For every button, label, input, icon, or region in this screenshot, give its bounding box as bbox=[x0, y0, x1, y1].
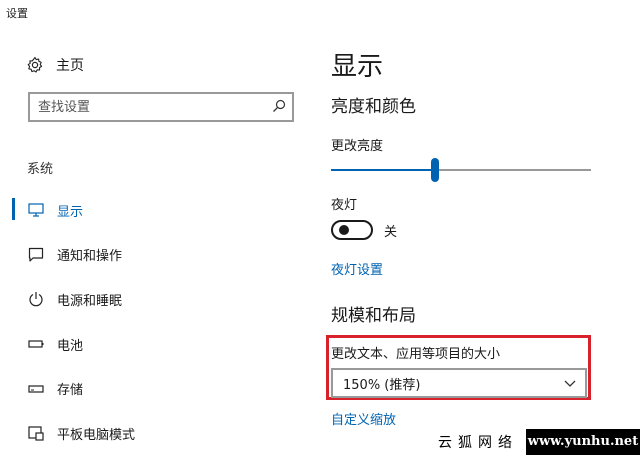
night-light-label: 夜灯 bbox=[331, 198, 358, 213]
slider-thumb[interactable] bbox=[431, 158, 439, 182]
night-light-toggle[interactable] bbox=[331, 220, 373, 240]
sidebar-item-label: 电池 bbox=[57, 338, 84, 354]
sidebar-item-battery[interactable]: 电池 bbox=[0, 322, 300, 367]
sidebar-item-notifications[interactable]: 通知和操作 bbox=[0, 233, 300, 278]
watermark-url: www.yunhu.net bbox=[526, 429, 640, 455]
sidebar-item-label: 平板电脑模式 bbox=[57, 427, 136, 443]
monitor-icon bbox=[27, 201, 45, 219]
sidebar-item-tablet-mode[interactable]: 平板电脑模式 bbox=[0, 411, 300, 456]
watermark: 云狐网络 www.yunhu.net bbox=[432, 429, 640, 455]
watermark-cn: 云狐网络 bbox=[432, 429, 526, 455]
home-label: 主页 bbox=[56, 58, 84, 74]
search-input[interactable] bbox=[30, 94, 260, 120]
slider-fill bbox=[331, 169, 435, 171]
window-title: 设置 bbox=[6, 7, 28, 20]
search-box[interactable] bbox=[28, 92, 294, 122]
power-icon bbox=[27, 290, 45, 308]
battery-icon bbox=[27, 335, 45, 353]
chevron-down-icon bbox=[564, 380, 576, 387]
sidebar-item-display[interactable]: 显示 bbox=[0, 188, 300, 233]
notification-icon bbox=[27, 246, 45, 264]
brightness-label: 更改亮度 bbox=[331, 139, 384, 154]
night-light-state: 关 bbox=[384, 225, 398, 240]
tablet-mode-icon bbox=[27, 424, 45, 442]
scale-layout-heading: 规模和布局 bbox=[331, 306, 416, 326]
sidebar-home[interactable]: 主页 bbox=[26, 54, 84, 76]
scale-label: 更改文本、应用等项目的大小 bbox=[331, 347, 501, 362]
brightness-color-heading: 亮度和颜色 bbox=[331, 97, 416, 117]
scale-value: 150% (推荐) bbox=[343, 377, 421, 393]
sidebar-item-label: 电源和睡眠 bbox=[57, 293, 123, 309]
page-title: 显示 bbox=[331, 52, 384, 82]
search-icon[interactable] bbox=[272, 99, 286, 113]
toggle-knob bbox=[339, 225, 349, 235]
sidebar-nav: 显示 通知和操作 电源和睡眠 电池 存储 平板电脑模式 bbox=[0, 188, 300, 456]
section-label-system: 系统 bbox=[27, 162, 54, 177]
gear-icon bbox=[27, 56, 43, 73]
sidebar-item-label: 通知和操作 bbox=[57, 249, 123, 265]
sidebar-item-label: 存储 bbox=[57, 383, 84, 399]
sidebar-item-power-sleep[interactable]: 电源和睡眠 bbox=[0, 277, 300, 322]
night-light-settings-link[interactable]: 夜灯设置 bbox=[331, 259, 383, 278]
sidebar-item-label: 显示 bbox=[57, 204, 84, 220]
sidebar-item-storage[interactable]: 存储 bbox=[0, 366, 300, 411]
brightness-slider[interactable] bbox=[331, 158, 591, 182]
storage-icon bbox=[27, 380, 45, 398]
scale-dropdown[interactable]: 150% (推荐) bbox=[331, 368, 587, 398]
custom-scaling-link[interactable]: 自定义缩放 bbox=[331, 409, 396, 428]
